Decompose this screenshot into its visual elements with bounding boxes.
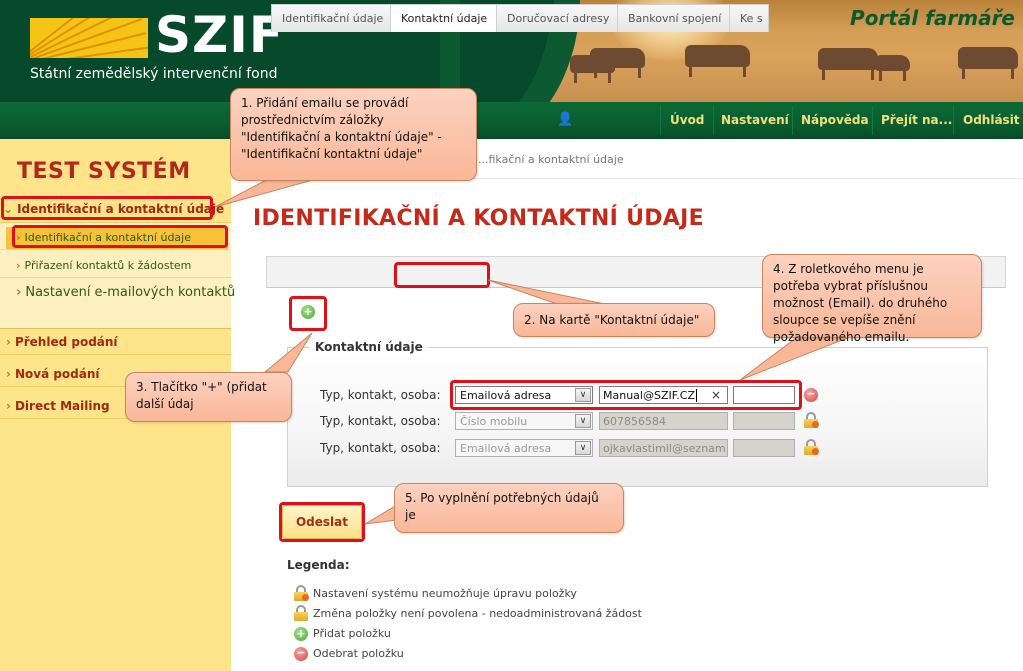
- callout-pointer-3: [263, 332, 313, 373]
- callout-pointer-5: [364, 504, 398, 525]
- callout-3: 3. Tlačítko "+" (přidat další údaj: [125, 372, 292, 422]
- callout-pointer-1: [214, 177, 321, 208]
- callout-2: 2. Na kartě "Kontaktní údaje": [513, 303, 715, 337]
- page: SZIF Státní zemědělský intervenční fond …: [0, 0, 1023, 671]
- callout-1: 1. Přidání emailu se provádí prostřednic…: [230, 88, 477, 181]
- callout-4: 4. Z roletkového menu je potřeba vybrat …: [762, 254, 982, 344]
- callout-5: 5. Po vyplnění potřebných údajů je: [394, 483, 624, 533]
- callout-pointer-2: [487, 279, 611, 306]
